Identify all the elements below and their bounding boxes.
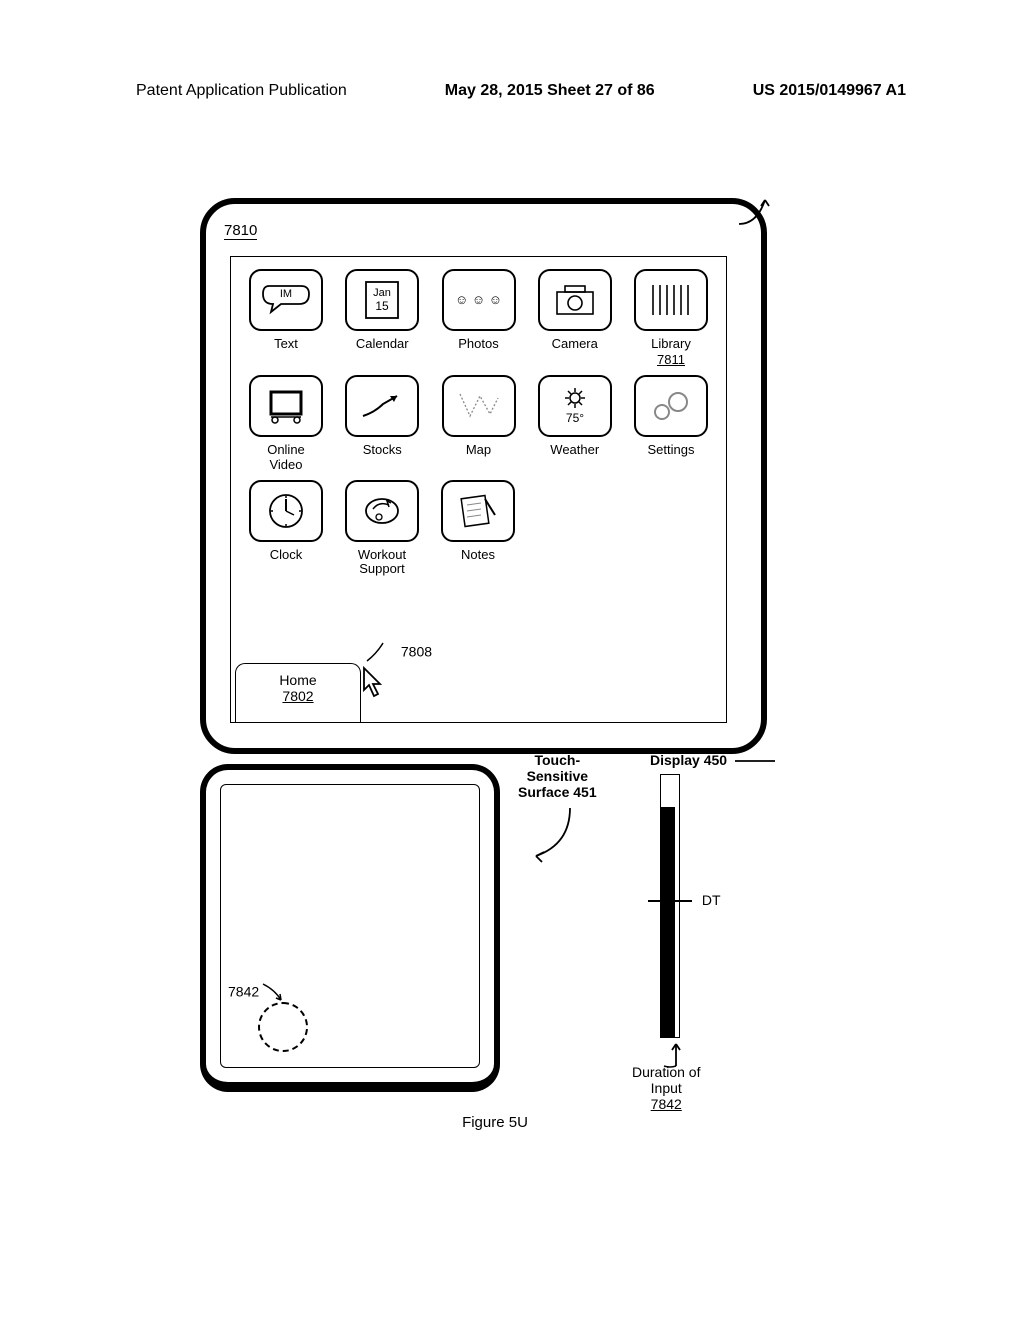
touch-point-icon [258, 1002, 308, 1052]
app-label: Notes [437, 548, 519, 564]
app-row: IM Text Jan15 Calendar ☺ ☺ ☺ [245, 269, 712, 367]
gear-icon [634, 375, 708, 437]
display-label: Display 450 [650, 752, 781, 768]
tab-ref-number: 7802 [236, 688, 360, 704]
home-tab[interactable]: Home 7802 [235, 663, 361, 722]
app-label: Calendar [341, 337, 423, 353]
figure-caption: Figure 5U [200, 1114, 790, 1131]
camera-icon [538, 269, 612, 331]
duration-label: Duration of Input 7842 [632, 1064, 700, 1112]
display-arrow [739, 188, 779, 764]
touch-sensitive-surface[interactable]: 7842 [200, 764, 500, 1092]
tab-area: 7808 Home 7802 [231, 663, 726, 722]
app-stocks[interactable]: Stocks [341, 375, 423, 472]
app-map[interactable]: Map [438, 375, 520, 472]
sheet-label: May 28, 2015 Sheet 27 of 86 [445, 82, 655, 100]
svg-text:75°: 75° [566, 411, 584, 425]
smileys-icon: ☺ ☺ ☺ [442, 269, 516, 331]
app-clock[interactable]: Clock [245, 480, 327, 577]
app-row: Online Video Stocks Map [245, 375, 712, 472]
app-notes[interactable]: Notes [437, 480, 519, 577]
tv-icon [249, 375, 323, 437]
app-online-video[interactable]: Online Video [245, 375, 327, 472]
app-label: Online Video [245, 443, 327, 472]
app-row: Clock Workout Support Note [245, 480, 712, 577]
app-grid: IM Text Jan15 Calendar ☺ ☺ ☺ [231, 257, 726, 576]
app-label: Text [245, 337, 327, 353]
publication-label: Patent Application Publication [136, 82, 347, 100]
app-label: Map [438, 443, 520, 459]
app-calendar[interactable]: Jan15 Calendar [341, 269, 423, 367]
device-frame: 7810 IM Text Jan15 [200, 198, 767, 754]
dt-threshold-label: DT [648, 892, 721, 908]
app-workout[interactable]: Workout Support [341, 480, 423, 577]
calendar-icon: Jan15 [345, 269, 419, 331]
books-icon [634, 269, 708, 331]
svg-text:15: 15 [376, 299, 390, 313]
app-text[interactable]: IM Text [245, 269, 327, 367]
app-label: Weather [534, 443, 616, 459]
app-weather[interactable]: 75° Weather [534, 375, 616, 472]
arrow-icon [530, 808, 600, 873]
app-label: Library [630, 337, 712, 353]
tab-label: Home [236, 672, 360, 688]
ref-number: 7811 [630, 353, 712, 367]
app-label: Stocks [341, 443, 423, 459]
app-label: Settings [630, 443, 712, 459]
svg-text:Jan: Jan [373, 287, 391, 299]
app-library[interactable]: Library 7811 [630, 269, 712, 367]
touch-surface-label: Touch- Sensitive Surface 451 [518, 752, 597, 800]
app-camera[interactable]: Camera [534, 269, 616, 367]
device-screen: IM Text Jan15 Calendar ☺ ☺ ☺ [230, 256, 727, 723]
cursor-icon [360, 666, 386, 705]
sun-icon: 75° [538, 375, 612, 437]
device-ref: 7810 [224, 222, 257, 240]
running-shoe-icon [345, 480, 419, 542]
page-header: Patent Application Publication May 28, 2… [136, 82, 906, 100]
clock-icon [249, 480, 323, 542]
app-label: Workout Support [341, 548, 423, 577]
stocks-arrow-icon [345, 375, 419, 437]
app-photos[interactable]: ☺ ☺ ☺ Photos [438, 269, 520, 367]
app-label: Photos [438, 337, 520, 353]
app-label: Clock [245, 548, 327, 564]
app-label: Camera [534, 337, 616, 353]
notepad-icon [441, 480, 515, 542]
patent-number: US 2015/0149967 A1 [753, 82, 906, 100]
map-icon [442, 375, 516, 437]
touch-input-ref: 7842 [228, 982, 293, 1004]
tab-ref: 7808 [367, 643, 432, 663]
speech-bubble-icon: IM [249, 269, 323, 331]
app-settings[interactable]: Settings [630, 375, 712, 472]
svg-text:IM: IM [280, 288, 292, 300]
